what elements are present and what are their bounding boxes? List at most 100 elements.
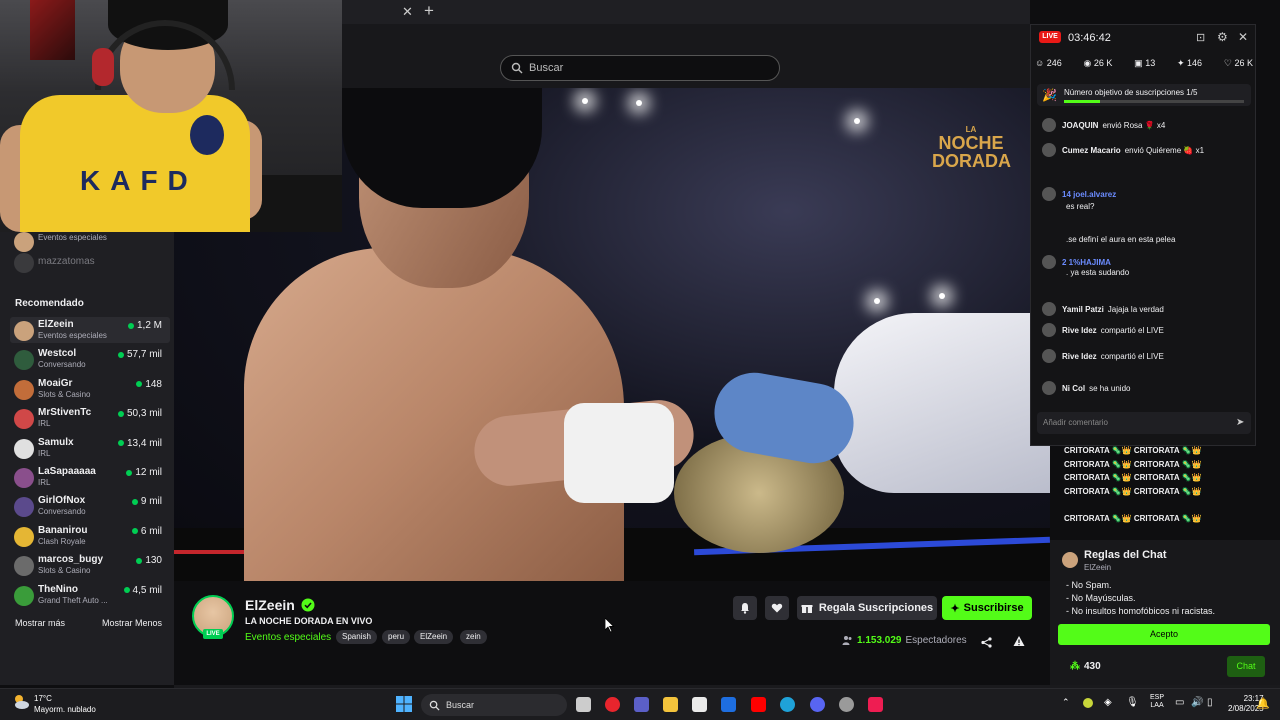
avatar: [1062, 552, 1078, 568]
tag[interactable]: ElZeein: [414, 630, 454, 644]
channel-name: GirlOfNox: [38, 495, 86, 507]
stream-uptime: 03:46:42: [1068, 32, 1111, 44]
stat-likes: ♡ 26 K: [1223, 58, 1253, 68]
search-icon: [429, 700, 440, 711]
chat-message: CRITORATA 🦠👑 CRITORATA 🦠👑: [1064, 446, 1202, 455]
search-input[interactable]: Buscar: [500, 55, 780, 81]
volume-icon[interactable]: 🔊: [1191, 697, 1203, 708]
notification-button[interactable]: [733, 596, 757, 620]
task-view-icon[interactable]: [576, 697, 591, 712]
chat-message: Cumez Macario envió Quiéreme 🍓 x1: [1042, 143, 1252, 157]
live-dot-icon: [136, 381, 143, 388]
windows-start-icon[interactable]: [396, 696, 412, 712]
chat-message: 14 joel.alvarez: [1042, 187, 1252, 201]
new-tab-icon[interactable]: +: [424, 1, 434, 21]
sidebar-item-samulx[interactable]: Samulx IRL 13,4 mil: [10, 435, 170, 461]
sidebar-item-lasapaaaaa[interactable]: LaSapaaaaa IRL 12 mil: [10, 464, 170, 490]
comment-input[interactable]: Añadir comentario: [1037, 412, 1251, 434]
stage-light: [636, 100, 642, 106]
tray-app-icon[interactable]: [1083, 698, 1093, 708]
avatar: [1042, 381, 1056, 395]
tag[interactable]: peru: [382, 630, 411, 644]
chrome-icon[interactable]: [839, 697, 854, 712]
teams-icon[interactable]: [634, 697, 649, 712]
mouse-cursor-icon: [605, 618, 615, 633]
sidebar-item-mrstiventc[interactable]: MrStivenTc IRL 50,3 mil: [10, 405, 170, 431]
live-dot-icon: [131, 498, 138, 505]
subscribe-button[interactable]: ✦ Suscribirse: [942, 596, 1032, 620]
tray-app-icon[interactable]: ◈: [1104, 697, 1112, 708]
gear-icon[interactable]: ⚙: [1217, 30, 1228, 44]
discord-icon[interactable]: [810, 697, 825, 712]
unlock-icon[interactable]: ⊡: [1196, 31, 1205, 44]
avatar: [14, 468, 34, 488]
users-icon: ☺: [1035, 58, 1045, 68]
live-dot-icon: [136, 557, 143, 564]
stage-light: [874, 298, 880, 304]
chat-message: CRITORATA 🦠👑 CRITORATA 🦠👑: [1064, 514, 1202, 523]
network-icon[interactable]: ▭: [1175, 697, 1184, 708]
language-indicator[interactable]: ESP LAA: [1150, 694, 1164, 711]
avatar: [14, 379, 34, 400]
rule-line: - No Mayúsculas.: [1066, 593, 1136, 603]
gift-subs-button[interactable]: Regala Suscripciones: [797, 596, 937, 620]
channel-category: Eventos especiales: [38, 331, 107, 340]
viewer-count: 12 mil: [126, 467, 162, 478]
tiktok-icon[interactable]: [868, 697, 883, 712]
star-icon: ✦: [950, 602, 960, 615]
channel-points[interactable]: ⁂ 430: [1070, 661, 1101, 672]
channel-category: Grand Theft Auto ...: [38, 595, 108, 605]
channel-category: IRL: [38, 478, 51, 487]
accept-rules-button[interactable]: Acepto: [1058, 624, 1270, 645]
send-icon[interactable]: ➤: [1236, 417, 1244, 428]
taskbar-search[interactable]: Buscar: [421, 694, 567, 716]
show-more-link[interactable]: Mostrar más: [15, 618, 65, 628]
channel-name: Samulx: [38, 436, 74, 448]
chat-message: CRITORATA 🦠👑 CRITORATA 🦠👑: [1064, 487, 1202, 496]
show-less-link[interactable]: Mostrar Menos: [102, 618, 162, 628]
sidebar-followed-item[interactable]: mazzatomas: [10, 249, 170, 275]
sidebar-item-westcol[interactable]: Westcol Conversando 57,7 mil: [10, 346, 170, 372]
share-icon[interactable]: [981, 635, 992, 653]
tag[interactable]: Spanish: [336, 630, 377, 644]
shirt-crest: [190, 115, 224, 155]
channel-category: Conversando: [38, 360, 86, 370]
store-icon[interactable]: [692, 697, 707, 712]
follow-button[interactable]: [765, 596, 789, 620]
chevron-up-icon[interactable]: ⌃: [1062, 697, 1070, 708]
edge-icon[interactable]: [780, 697, 795, 712]
sidebar-item-bananirou[interactable]: Bananirou Clash Royale 6 mil: [10, 523, 170, 549]
chat-message: .se definí el aura en esta pelea: [1066, 235, 1176, 244]
weather-temperature: 17°C: [34, 694, 52, 703]
channel-name[interactable]: ElZeein: [245, 597, 315, 613]
live-dot-icon: [127, 322, 134, 329]
chat-message: Rive Idez compartió el LIVE: [1042, 323, 1252, 337]
live-dot-icon: [117, 440, 124, 447]
sidebar-item-moaigr[interactable]: MoaiGr Slots & Casino 148: [10, 376, 170, 402]
chat-send-button[interactable]: Chat: [1227, 656, 1265, 677]
sidebar-item-marcos_bugy[interactable]: marcos_bugy Slots & Casino 130: [10, 552, 170, 578]
webcam-overlay: KAFD: [0, 0, 342, 232]
avatar: [14, 438, 34, 459]
tag[interactable]: zein: [460, 630, 487, 644]
youtube-icon[interactable]: [751, 697, 766, 712]
live-badge: LIVE: [203, 629, 223, 639]
battery-icon[interactable]: ▯: [1207, 697, 1213, 708]
sidebar-item-thenino[interactable]: TheNino Grand Theft Auto ... 4,5 mil: [10, 582, 170, 608]
app-icon[interactable]: [605, 697, 620, 712]
live-dot-icon: [131, 528, 138, 535]
file-explorer-icon[interactable]: [663, 697, 678, 712]
sidebar-item-elzeein[interactable]: ElZeein Eventos especiales 1,2 M: [10, 317, 170, 343]
stream-category[interactable]: Eventos especiales: [245, 632, 331, 643]
notification-bell-icon[interactable]: 🔔: [1256, 697, 1270, 710]
heart-icon: [771, 603, 783, 613]
dropbox-icon[interactable]: [721, 697, 736, 712]
close-icon[interactable]: ✕: [1238, 30, 1248, 44]
stat-subs: ✦ 146: [1176, 58, 1203, 68]
report-icon[interactable]: [1013, 634, 1025, 652]
viewer-count: 13,4 mil: [117, 438, 162, 449]
glove-white: [564, 403, 674, 503]
close-tab-icon[interactable]: ✕: [402, 4, 413, 20]
sidebar-item-girlofnox[interactable]: GirlOfNox Conversando 9 mil: [10, 493, 170, 519]
microphone-icon[interactable]: 🎙: [1126, 697, 1139, 708]
